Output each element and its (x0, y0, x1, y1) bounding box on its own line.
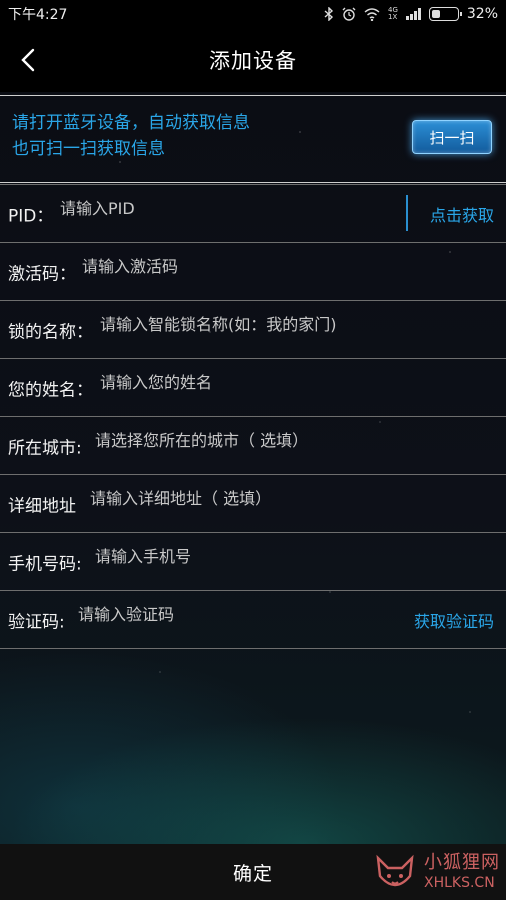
status-icons: 4G 1X 32% (324, 6, 498, 22)
battery-fill (431, 10, 440, 18)
row-your-name: 您的姓名： (0, 359, 506, 417)
pid-label: PID： (8, 206, 54, 226)
phone-input[interactable] (95, 541, 495, 571)
battery-percent: 32% (466, 6, 498, 22)
row-pid: PID： 点击获取 (0, 184, 506, 243)
form-rows: PID： 点击获取 激活码： 锁的名称： 您的姓名： 所在城市: 详细地址 手机… (0, 184, 506, 649)
watermark-cn: 小狐狸网 (424, 852, 500, 873)
confirm-button[interactable]: 确定 (233, 859, 273, 886)
row-verification-code: 验证码: 获取验证码 (0, 591, 506, 649)
city-select[interactable] (95, 425, 495, 455)
page-title: 添加设备 (209, 49, 297, 73)
info-line-2: 也可扫一扫获取信息 (12, 139, 165, 159)
activation-code-input[interactable] (82, 251, 482, 281)
get-pid-button[interactable]: 点击获取 (430, 202, 494, 226)
activation-code-label: 激活码： (8, 264, 76, 284)
signal-icon (405, 8, 421, 20)
pid-input[interactable] (60, 193, 390, 223)
row-city: 所在城市: (0, 417, 506, 475)
status-bar: 下午4:27 4G 1X 32% (0, 0, 506, 28)
scan-button[interactable]: 扫一扫 (412, 120, 492, 154)
form-content: 请打开蓝牙设备，自动获取信息 也可扫一扫获取信息 扫一扫 PID： 点击获取 激… (0, 92, 506, 844)
address-input[interactable] (90, 483, 490, 513)
verification-code-input[interactable] (78, 599, 378, 629)
chevron-left-icon (21, 48, 35, 72)
alarm-icon (342, 7, 356, 21)
network-sub-label: 1X (387, 13, 398, 21)
row-address: 详细地址 (0, 475, 506, 533)
nav-bar: 添加设备 (0, 28, 506, 92)
watermark-text: 小狐狸网 XHLKS.CN (424, 853, 500, 893)
verification-code-label: 验证码: (8, 612, 65, 632)
phone-label: 手机号码: (8, 554, 82, 574)
site-watermark: 小狐狸网 XHLKS.CN (372, 850, 500, 896)
lock-name-input[interactable] (100, 309, 490, 339)
row-lock-name: 锁的名称： (0, 301, 506, 359)
info-line-1: 请打开蓝牙设备，自动获取信息 (12, 113, 250, 133)
address-label: 详细地址 (8, 496, 76, 516)
your-name-label: 您的姓名： (8, 380, 93, 400)
bluetooth-info-block: 请打开蓝牙设备，自动获取信息 也可扫一扫获取信息 扫一扫 (0, 95, 506, 183)
row-phone: 手机号码: (0, 533, 506, 591)
fox-logo-icon (376, 854, 414, 887)
your-name-input[interactable] (100, 367, 490, 397)
wifi-icon (364, 7, 380, 21)
pid-divider (406, 195, 408, 231)
watermark-en: XHLKS.CN (424, 875, 495, 891)
bluetooth-icon (324, 7, 334, 21)
status-time: 下午4:27 (8, 7, 68, 23)
lock-name-label: 锁的名称： (8, 322, 93, 342)
city-label: 所在城市: (8, 438, 82, 458)
get-verification-code-button[interactable]: 获取验证码 (414, 608, 494, 632)
back-button[interactable] (8, 40, 48, 80)
info-text: 请打开蓝牙设备，自动获取信息 也可扫一扫获取信息 (12, 110, 250, 162)
network-type: 4G 1X (388, 7, 398, 21)
row-activation-code: 激活码： (0, 243, 506, 301)
battery-icon (428, 7, 462, 21)
